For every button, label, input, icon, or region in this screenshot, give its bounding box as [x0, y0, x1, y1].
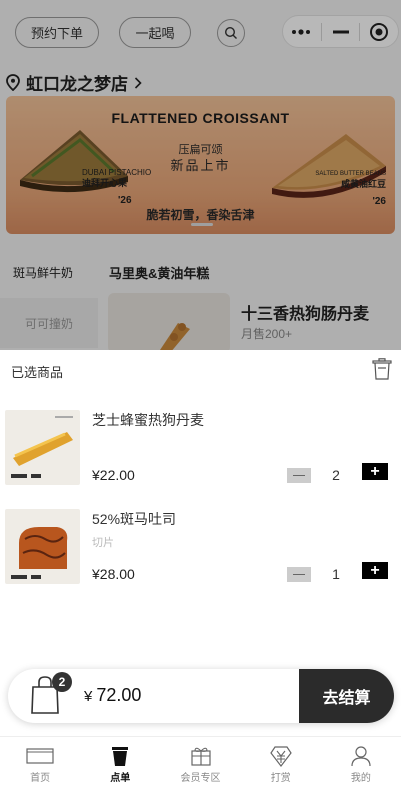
menu-page-background: 预约下单 一起喝 虹口龙之梦店 FLATTENED CROISSANT 压扁可颂… [0, 0, 401, 350]
total-amount: 72.00 [96, 685, 142, 705]
cart-total: ¥72.00 [84, 685, 141, 706]
tab-label: 首页 [30, 773, 51, 784]
tab-reward[interactable]: 打赏 [241, 737, 321, 786]
bottom-tab-bar: 首页 点单 会员专区 打赏 我的 [0, 736, 401, 786]
cart-item-spec: 切片 [92, 537, 114, 549]
tab-label: 会员专区 [180, 773, 221, 784]
cheese-danish-image [11, 416, 73, 478]
decrease-quantity-button[interactable] [287, 468, 311, 483]
minus-icon [293, 573, 305, 576]
gift-icon [190, 747, 211, 766]
cart-item-quantity: 1 [332, 566, 340, 582]
tab-label: 我的 [350, 773, 371, 784]
cart-item-name: 52%斑马吐司 [92, 511, 177, 527]
yuan-icon [269, 746, 292, 767]
cart-item-thumbnail [5, 509, 80, 584]
cart-item-name: 芝士蜂蜜热狗丹麦 [92, 412, 204, 428]
tab-order[interactable]: 点单 [80, 737, 160, 786]
home-icon [26, 748, 54, 764]
cart-item-price: ¥22.00 [92, 467, 135, 483]
increase-quantity-button[interactable]: + [362, 463, 388, 480]
decrease-quantity-button[interactable] [287, 567, 311, 582]
cart-item-quantity: 2 [332, 467, 340, 483]
increase-quantity-button[interactable]: + [362, 562, 388, 579]
person-icon [351, 746, 371, 767]
trash-icon[interactable] [372, 358, 392, 380]
minus-icon [293, 474, 305, 477]
cart-item-price: ¥28.00 [92, 566, 135, 582]
plus-icon: + [370, 462, 380, 480]
cart-item: 52%斑马吐司 切片 ¥28.00 1 + [0, 509, 401, 589]
tab-member[interactable]: 会员专区 [160, 737, 240, 786]
modal-overlay[interactable] [0, 0, 401, 350]
tab-mine[interactable]: 我的 [321, 737, 401, 786]
tab-label: 点单 [110, 773, 131, 784]
cart-item: 芝士蜂蜜热狗丹麦 ¥22.00 2 + [0, 410, 401, 490]
cart-count-badge: 2 [52, 672, 72, 692]
cup-icon [112, 747, 129, 766]
toast-image [11, 527, 68, 579]
cart-item-thumbnail [5, 410, 80, 485]
plus-icon: + [370, 561, 380, 579]
tab-label: 打赏 [270, 773, 291, 784]
currency-symbol: ¥ [84, 688, 93, 705]
cart-title: 已选商品 [11, 365, 64, 380]
checkout-button[interactable]: 去结算 [299, 669, 394, 723]
tab-home[interactable]: 首页 [0, 737, 80, 786]
